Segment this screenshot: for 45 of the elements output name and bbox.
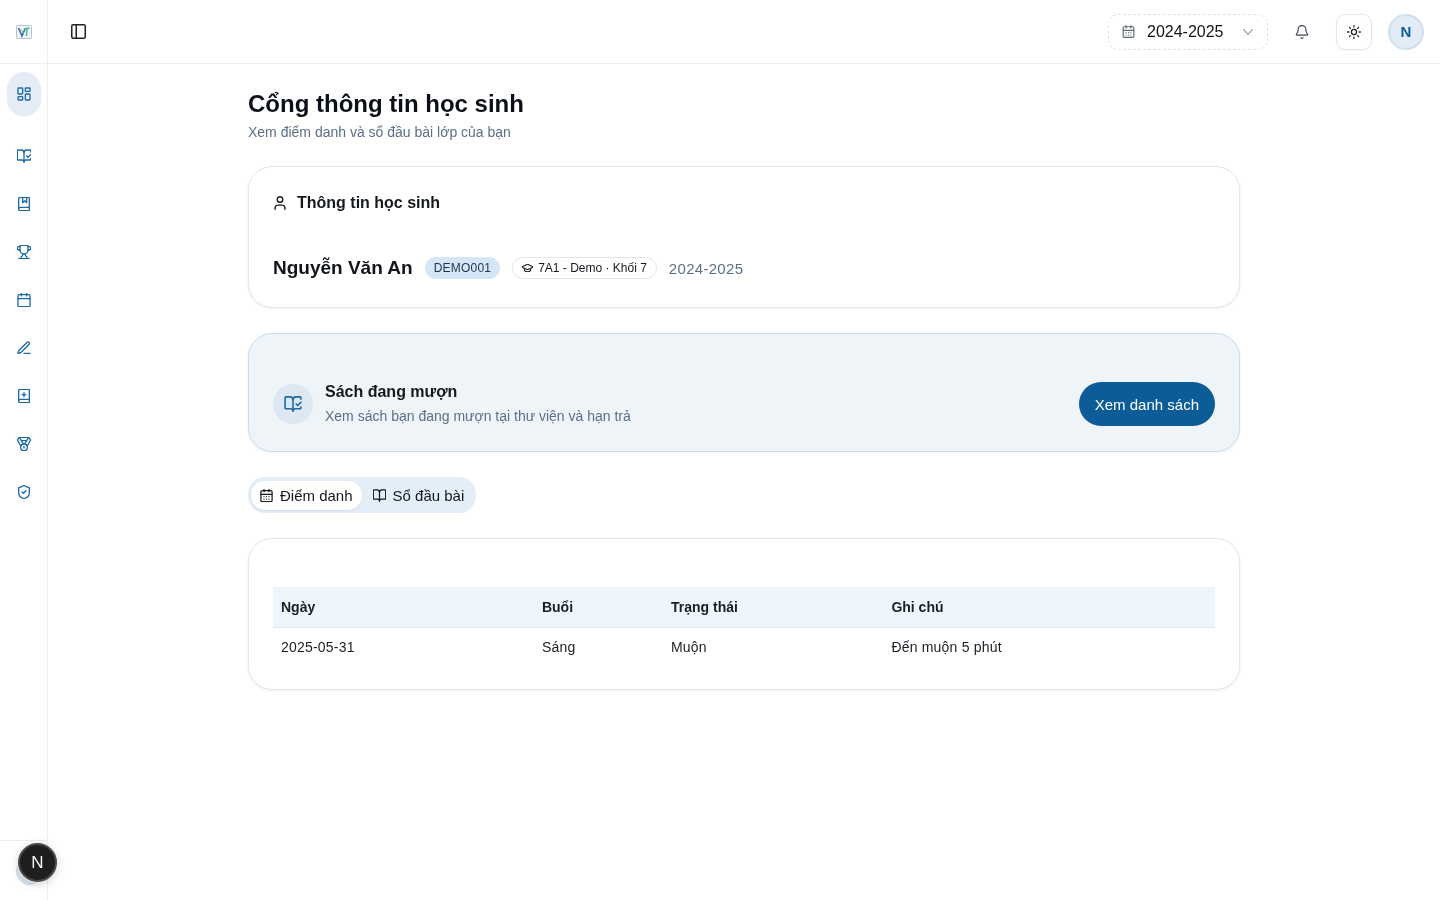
student-code-badge: DEMO001 (424, 257, 501, 279)
class-label: 7A1 - Demo · Khối 7 (538, 261, 647, 275)
bell-icon (1295, 24, 1309, 39)
calendar-icon (1122, 25, 1135, 38)
column-header: Buổi (533, 587, 663, 628)
year-select[interactable]: 2024-2025 (1108, 13, 1268, 50)
calendar-icon (16, 293, 31, 307)
view-list-button[interactable]: Xem danh sách (1078, 382, 1215, 426)
medal-icon (16, 437, 31, 451)
column-header: Trạng thái (662, 587, 884, 628)
column-header: Ghi chú (883, 587, 1215, 628)
table-cell: Đến muộn 5 phút (883, 627, 1215, 665)
school-year: 2024-2025 (668, 259, 744, 277)
table-cell: 2025-05-31 (273, 627, 534, 665)
tab[interactable]: Sổ đầu bài (363, 480, 474, 510)
bookmarked-book-icon (16, 197, 31, 211)
card-heading: Thông tin học sinh (297, 194, 441, 212)
trophy-icon (16, 245, 31, 259)
borrowed-books-title: Sách đang mượn (325, 382, 459, 402)
user-icon (273, 196, 287, 210)
book-check-icon (16, 149, 31, 163)
tab[interactable]: Điểm danh (251, 480, 362, 510)
book-check-icon (273, 384, 313, 424)
calendar-icon (260, 488, 273, 502)
column-header: Ngày (273, 587, 534, 628)
student-name: Nguyễn Văn An (273, 257, 413, 279)
table-cell: Sáng (533, 627, 663, 665)
app-logo-icon (15, 24, 32, 39)
open-book-icon (372, 488, 386, 502)
panel-left-icon (70, 24, 86, 39)
page-title: Cổng thông tin học sinh (248, 89, 525, 119)
theme-toggle-button[interactable] (1336, 13, 1372, 50)
sidebar-nav-button[interactable] (6, 72, 41, 116)
borrowed-books-description: Xem sách bạn đang mượn tại thư viện và hạn trả (325, 407, 631, 426)
shield-check-icon (16, 485, 31, 499)
chevron-down-icon (1243, 28, 1253, 35)
graduation-cap-icon (522, 264, 534, 272)
page-subtitle: Xem điểm danh và sổ đầu bài lớp của bạn (248, 123, 512, 142)
user-avatar-button[interactable]: N (1388, 13, 1424, 50)
pen-icon (16, 341, 31, 355)
dashboard-icon (16, 87, 31, 101)
dev-tools-button[interactable]: N (18, 843, 57, 882)
table-cell: Muộn (662, 627, 884, 665)
sun-icon (1347, 24, 1361, 39)
book-plus-icon (16, 389, 31, 403)
